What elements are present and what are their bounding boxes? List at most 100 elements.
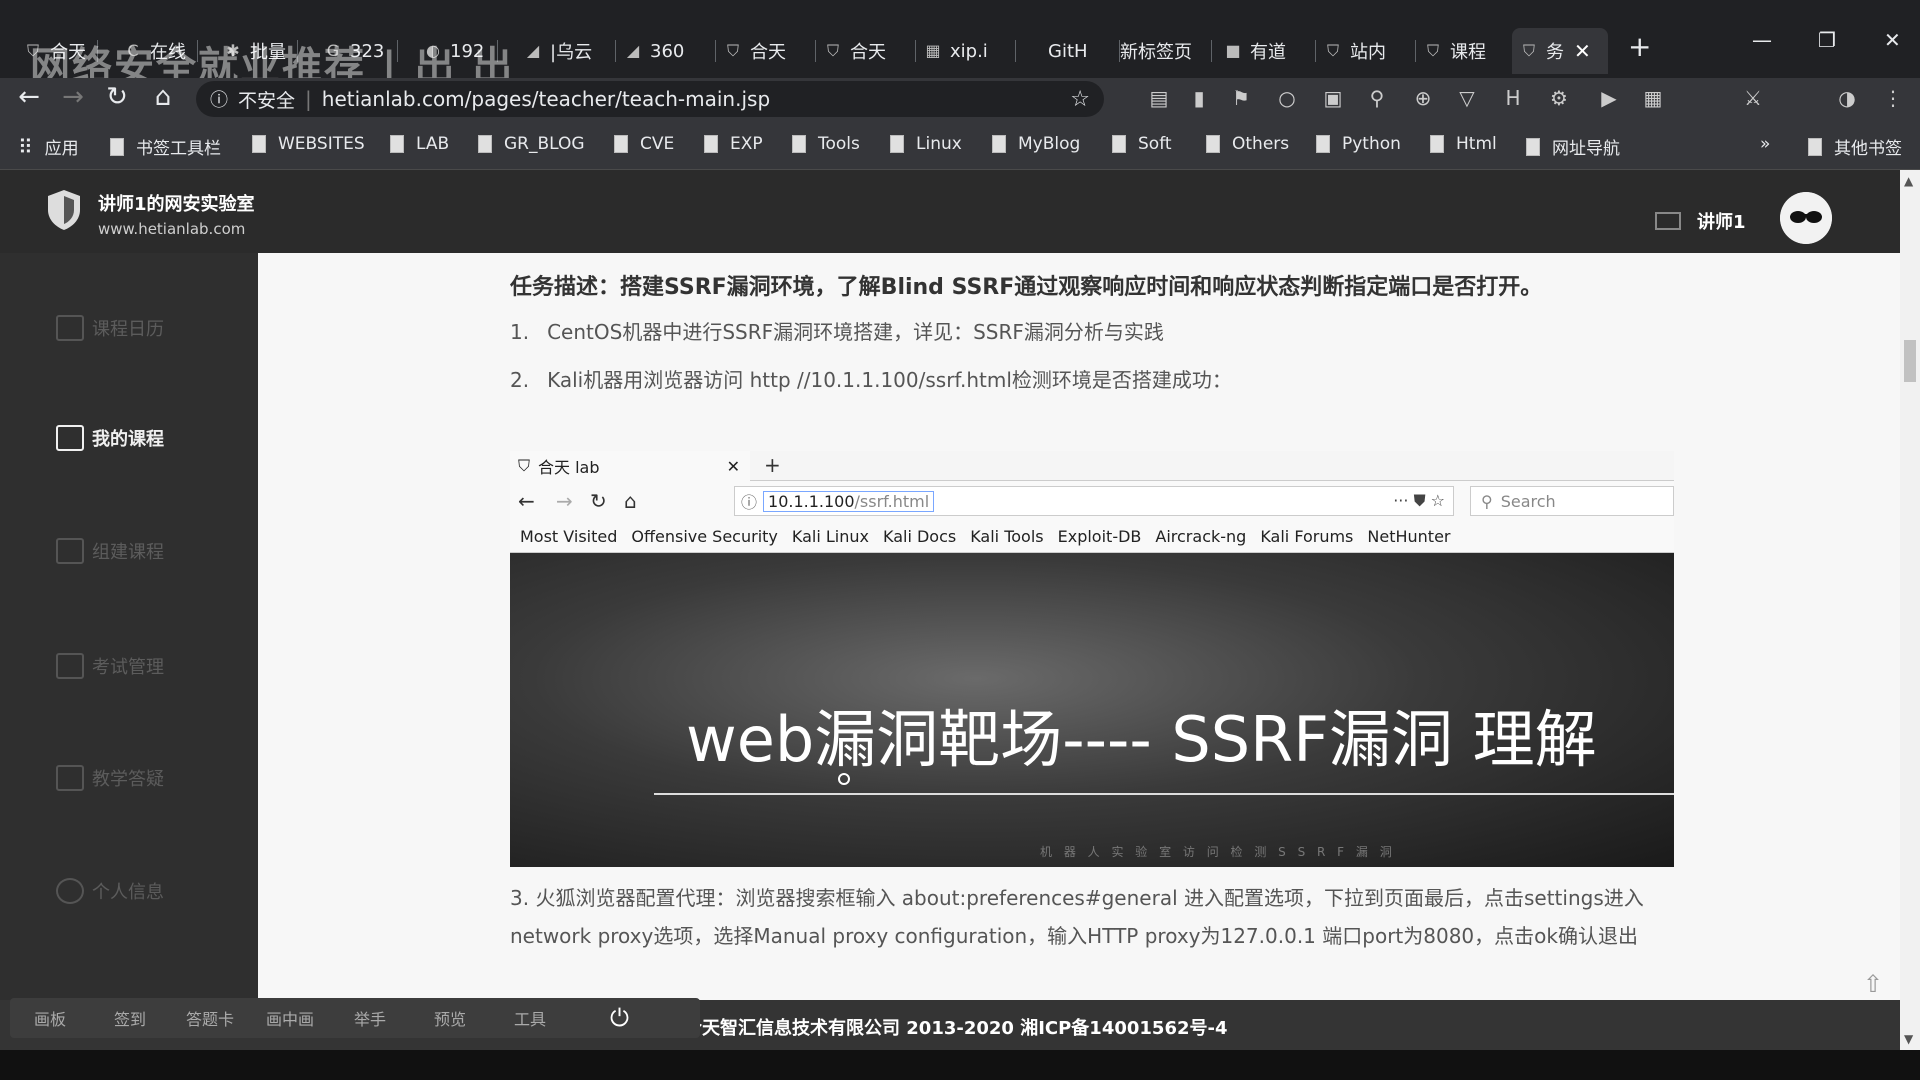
minimize-button[interactable]: — <box>1752 28 1772 52</box>
site-domain: www.hetianlab.com <box>98 220 246 238</box>
toolbar-pip-button[interactable]: 画中画 <box>250 1006 330 1030</box>
browser-tab[interactable]: ◐ 192 <box>416 28 498 74</box>
power-icon[interactable]: ⏻ <box>610 1004 629 1032</box>
bookmark-star-icon[interactable]: ☆ <box>1070 87 1090 112</box>
extension-icon[interactable]: ○ <box>1274 86 1300 112</box>
toolbar-signin-button[interactable]: 签到 <box>90 1006 170 1030</box>
bookmark-folder[interactable]: Python <box>1316 134 1401 154</box>
bookmark-folder[interactable]: CVE <box>614 134 674 154</box>
browser-tab[interactable]: ⛉ 合天 <box>716 28 816 74</box>
folder-icon <box>704 135 718 153</box>
bookmark-folder[interactable]: MyBlog <box>992 134 1080 154</box>
extension-icon[interactable]: ▮ <box>1186 86 1212 112</box>
back-to-top-icon[interactable]: ⇧ <box>1863 970 1883 998</box>
bookmark-folder[interactable]: EXP <box>704 134 763 154</box>
play-icon[interactable]: ▶ <box>1596 86 1622 112</box>
extension-icon[interactable]: ▣ <box>1320 86 1346 112</box>
browser-tab[interactable]: ▦ xip.i <box>916 28 1016 74</box>
bookmark-folder[interactable]: Soft <box>1112 134 1172 154</box>
browser-tab[interactable]: ◢ 360 <box>616 28 716 74</box>
folder-icon <box>890 135 904 153</box>
sidebar-item-build-course[interactable]: 组建课程 <box>56 538 164 564</box>
bookmark-folder[interactable]: 网址导航 <box>1526 134 1620 159</box>
scroll-thumb[interactable] <box>1904 340 1916 382</box>
extension-icon[interactable]: ⚔ <box>1740 86 1766 112</box>
puzzle-icon: ✱ <box>226 41 240 60</box>
step-3: 3. 火狐浏览器配置代理：浏览器搜索框输入 about:preferences#… <box>510 886 1644 948</box>
toolbar-whiteboard-button[interactable]: 画板 <box>10 1006 90 1030</box>
browser-tab[interactable]: C 在线 <box>116 28 198 74</box>
bookmark-folder[interactable]: Html <box>1430 134 1497 154</box>
mail-icon[interactable] <box>1655 212 1681 230</box>
bookmark-folder[interactable]: GR_BLOG <box>478 134 585 154</box>
avatar[interactable] <box>1780 192 1832 244</box>
ff-bookmark: Kali Forums <box>1260 527 1354 546</box>
bookmark-folder[interactable]: Tools <box>792 134 860 154</box>
bookmark-folder[interactable]: Others <box>1206 134 1289 154</box>
scroll-down-icon[interactable]: ▼ <box>1904 1032 1913 1046</box>
toolbar-answer-card-button[interactable]: 答题卡 <box>170 1006 250 1030</box>
extension-icon[interactable]: ▽ <box>1454 86 1480 112</box>
browser-tab[interactable]: ⛉ 合天 <box>16 28 98 74</box>
address-bar[interactable]: ⓘ 不安全 | hetianlab.com/pages/teacher/teac… <box>196 81 1104 117</box>
url-text[interactable]: hetianlab.com/pages/teacher/teach-main.j… <box>322 87 770 111</box>
bookmark-folder[interactable]: WEBSITES <box>252 134 365 154</box>
new-tab-button[interactable]: + <box>1628 30 1651 63</box>
browser-tab[interactable]: G 323 <box>316 28 398 74</box>
extension-icon[interactable]: ▦ <box>1640 86 1666 112</box>
forward-icon[interactable]: → <box>56 82 90 112</box>
folder-icon <box>1526 137 1540 156</box>
task-description: 任务描述：搭建SSRF漏洞环境，了解Blind SSRF通过观察响应时间和响应状… <box>510 275 1543 300</box>
sidebar-item-profile[interactable]: 个人信息 <box>56 878 164 904</box>
sidebar-item-calendar[interactable]: 课程日历 <box>56 315 164 341</box>
browser-tab[interactable]: ◢ |乌云 <box>516 28 616 74</box>
extension-icon[interactable]: H <box>1500 86 1526 112</box>
footer-copyright: ：湖南合天智汇信息技术有限公司 2013-2020 湘ICP备14001562号… <box>630 1018 1228 1039</box>
bookmark-folder[interactable]: 书签工具栏 <box>110 134 221 159</box>
folder-icon <box>110 137 124 156</box>
browser-tab[interactable]: ⛉ 课程 <box>1416 28 1512 74</box>
menu-icon[interactable]: ⋮ <box>1880 86 1906 112</box>
divider <box>654 793 1674 795</box>
reload-icon[interactable]: ↻ <box>100 82 134 112</box>
ff-tab: ⛉ 合天 lab ✕ <box>510 451 750 481</box>
sidebar-item-exam[interactable]: 考试管理 <box>56 653 164 679</box>
browser-tab-active[interactable]: ⛉ 务 ✕ <box>1512 28 1608 74</box>
browser-tab[interactable]: ⛉ 站内 <box>1316 28 1416 74</box>
browser-tab[interactable]: ✱ 批量 <box>216 28 298 74</box>
page-scrollbar[interactable]: ▲ ▼ <box>1900 170 1920 1050</box>
toolbar-tools-button[interactable]: 工具 <box>490 1006 570 1030</box>
extension-icon[interactable]: ⚑ <box>1228 86 1254 112</box>
toolbar-preview-button[interactable]: 预览 <box>410 1006 490 1030</box>
browser-tab[interactable]: ■ 有道 <box>1216 28 1316 74</box>
other-bookmarks[interactable]: 其他书签 <box>1808 134 1902 159</box>
info-icon[interactable]: ⓘ <box>210 86 230 112</box>
back-icon: ← <box>518 489 535 513</box>
extension-icon[interactable]: ⊕ <box>1410 86 1436 112</box>
close-tab-icon[interactable]: ✕ <box>1574 39 1591 63</box>
bookmark-apps[interactable]: ⠿ 应用 <box>18 134 79 160</box>
home-icon[interactable]: ⌂ <box>146 82 180 112</box>
browser-tab[interactable]: ⛉ 合天 <box>816 28 916 74</box>
folder-icon <box>390 135 404 153</box>
folder-icon <box>252 135 266 153</box>
extension-icon[interactable]: ▤ <box>1146 86 1172 112</box>
close-window-button[interactable]: ✕ <box>1884 28 1901 52</box>
bookmark-folder[interactable]: LAB <box>390 134 449 154</box>
toolbar-raise-hand-button[interactable]: 举手 <box>330 1006 410 1030</box>
sidebar-item-qa[interactable]: 教学答疑 <box>56 765 164 791</box>
scroll-up-icon[interactable]: ▲ <box>1904 174 1913 188</box>
extension-icon[interactable]: ⚙ <box>1546 86 1572 112</box>
bookmarks-overflow-button[interactable]: » <box>1760 134 1770 154</box>
bookmark-folder[interactable]: Linux <box>890 134 962 154</box>
sidebar-item-my-courses[interactable]: 我的课程 <box>56 425 164 451</box>
ghost-icon: ◐ <box>426 41 440 60</box>
extension-icon[interactable]: ◑ <box>1834 86 1860 112</box>
restore-button[interactable]: ❐ <box>1818 28 1836 52</box>
browser-tab[interactable]: GitH <box>1040 28 1120 74</box>
user-name[interactable]: 讲师1 <box>1697 208 1746 234</box>
back-icon[interactable]: ← <box>12 82 46 112</box>
browser-tab[interactable]: 新标签页 <box>1112 28 1212 74</box>
search-icon: ⚲ <box>1481 491 1493 511</box>
extension-icon[interactable]: ⚲ <box>1364 86 1390 112</box>
